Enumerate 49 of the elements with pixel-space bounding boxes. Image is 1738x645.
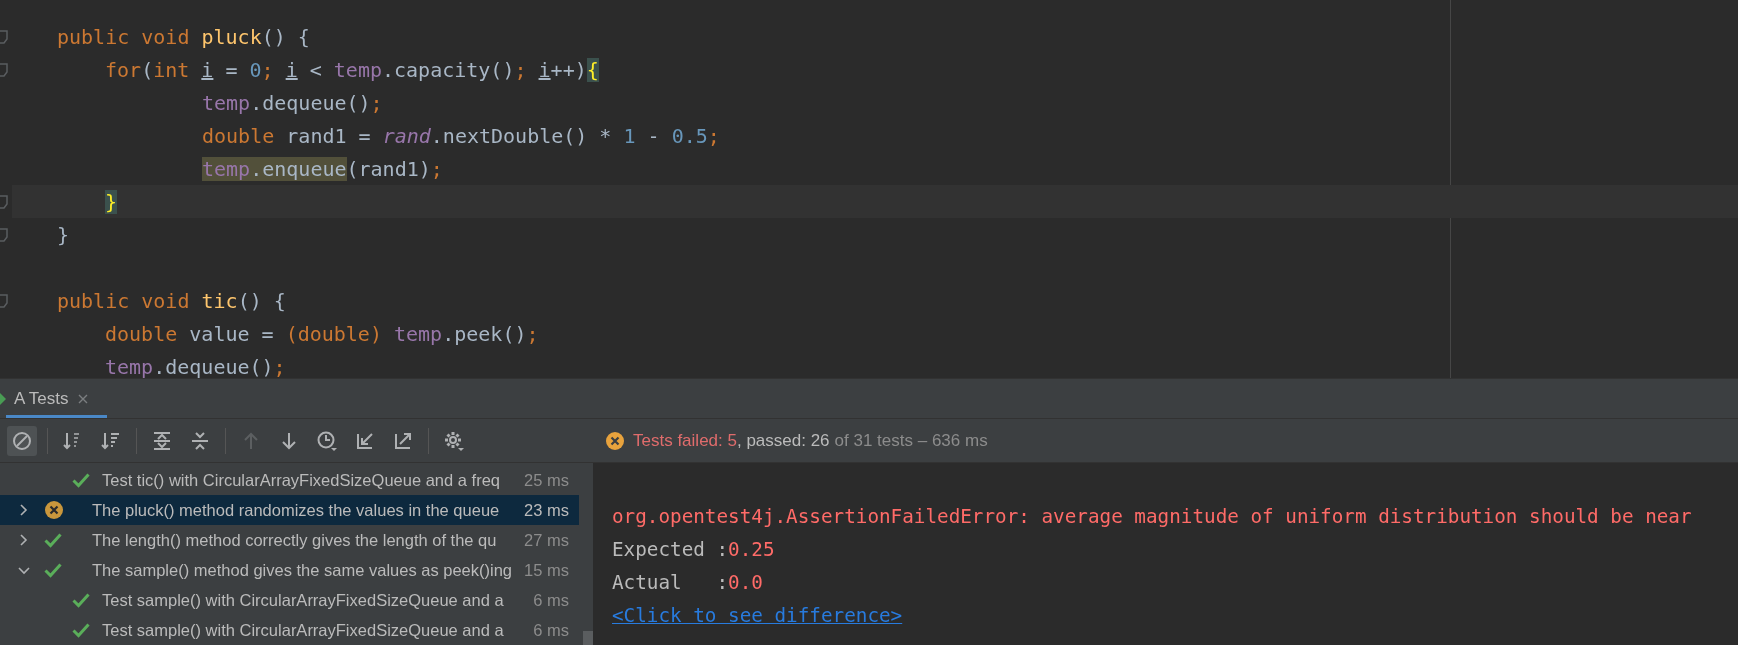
- failed-icon: [605, 430, 625, 451]
- close-icon[interactable]: [76, 392, 89, 405]
- code-line: }: [56, 221, 71, 249]
- test-duration: 6 ms: [532, 620, 570, 640]
- code-line: for(int i = 0; i < temp.capacity(); i++){: [104, 56, 600, 84]
- passed-count: , passed: 26: [736, 430, 830, 451]
- test-name: The sample() method gives the same values as peek()ing: [91, 560, 514, 580]
- test-name: Test sample() with CircularArrayFixedSizeQueue and a: [101, 590, 505, 610]
- comparison-value: 0.25: [728, 538, 775, 561]
- test-name: The length() method correctly gives the length of the qu: [91, 530, 498, 550]
- code-line: public void pluck() {: [56, 23, 311, 51]
- test-row[interactable]: The sample() method gives the same values as peek()ing 15 ms: [0, 555, 579, 585]
- chevron-right-icon[interactable]: [18, 534, 30, 546]
- test-name: The pluck() method randomizes the values in the queue: [91, 500, 501, 520]
- code-line: temp.dequeue();: [104, 353, 287, 378]
- test-summary: of 31 tests – 636 ms: [834, 430, 988, 451]
- failed-count: Tests failed: 5: [633, 430, 737, 451]
- test-duration: 25 ms: [523, 470, 570, 490]
- test-row[interactable]: Test tic() with CircularArrayFixedSizeQueue and a freq 25 ms: [0, 465, 579, 495]
- test-row[interactable]: The pluck() method randomizes the values in the queue 23 ms: [0, 495, 579, 525]
- test-row[interactable]: Test sample() with CircularArrayFixedSizeQueue and a 6 ms: [0, 585, 579, 615]
- test-duration: 23 ms: [523, 500, 570, 520]
- code-line: temp.dequeue();: [201, 89, 384, 117]
- test-duration: 15 ms: [523, 560, 570, 580]
- code-line: double rand1 = rand.nextDouble() * 1 - 0.5;: [201, 122, 721, 150]
- test-name: Test sample() with CircularArrayFixedSizeQueue and a: [101, 620, 505, 640]
- see-difference-link[interactable]: <Click to see difference>: [612, 604, 903, 627]
- code-line: temp.enqueue(rand1);: [201, 155, 444, 183]
- test-row[interactable]: Test sample() with CircularArrayFixedSizeQueue and a 6 ms: [0, 615, 579, 645]
- chevron-right-icon[interactable]: [18, 504, 30, 516]
- test-duration: 27 ms: [523, 530, 570, 550]
- run-icon: [0, 392, 6, 405]
- fold-marker-icon[interactable]: [0, 30, 8, 44]
- scrollbar-thumb[interactable]: [583, 631, 593, 645]
- show-passed-icon[interactable]: [7, 425, 37, 456]
- comparison-label: Expected :: [612, 538, 729, 561]
- chevron-down-icon[interactable]: [18, 564, 30, 576]
- test-duration: 6 ms: [532, 590, 570, 610]
- fold-marker-icon[interactable]: [0, 63, 8, 77]
- fold-marker-icon[interactable]: [0, 195, 8, 209]
- fold-marker-icon[interactable]: [0, 228, 8, 242]
- test-name: Test tic() with CircularArrayFixedSizeQueue and a freq: [101, 470, 501, 490]
- error-message: org.opentest4j.AssertionFailedError: average magnitude of uniform distribution should be near: [612, 505, 1692, 528]
- comparison-value: 0.0: [728, 571, 763, 594]
- code-line: public void tic() {: [56, 287, 287, 315]
- code-line: double value = (double) temp.peek();: [104, 320, 540, 348]
- comparison-label: Actual :: [612, 571, 729, 594]
- test-row[interactable]: The length() method correctly gives the length of the qu 27 ms: [0, 525, 579, 555]
- fold-marker-icon[interactable]: [0, 294, 8, 308]
